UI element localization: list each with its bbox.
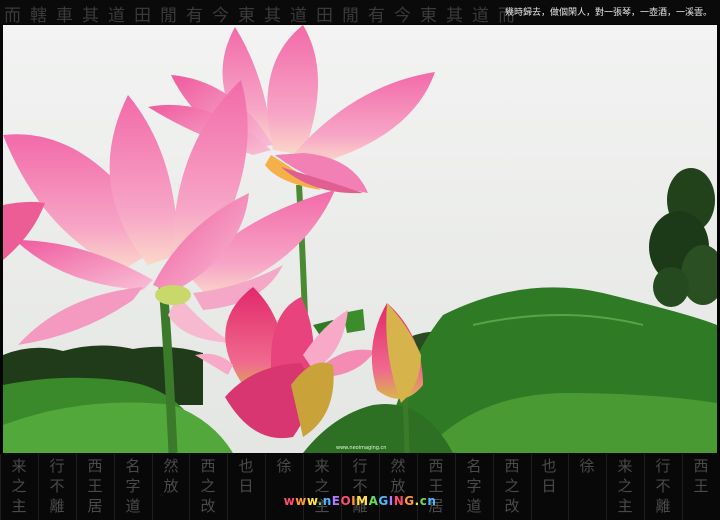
watermark-letter: w	[295, 494, 307, 508]
site-watermark[interactable]: www.nEOIMAGING.cn	[0, 494, 720, 508]
watermark-letter: O	[340, 494, 352, 508]
calligraphy-rule	[455, 454, 456, 520]
calligraphy-rule	[303, 454, 304, 520]
tiny-credit-text: www.neoimaging.cn	[336, 445, 387, 451]
watermark-letter: M	[356, 494, 369, 508]
calligraphy-column: 徐	[579, 457, 595, 475]
calligraphy-rule	[265, 454, 266, 520]
calligraphy-rule	[531, 454, 532, 520]
poem-caption: 幾時歸去，做個閑人，對一張琴，一壺酒，一溪雲。	[504, 8, 712, 18]
calligraphy-rule	[379, 454, 380, 520]
photo-frame: 而轄車其道田閒有今東其道田閒有今東其道而 幾時歸去，做個閑人，對一張琴，一壺酒，…	[0, 0, 720, 520]
top-calligraphy-band: 而轄車其道田閒有今東其道田閒有今東其道而 幾時歸去，做個閑人，對一張琴，一壺酒，…	[0, 0, 720, 24]
calligraphy-column: 然 放	[390, 457, 406, 495]
lotus-scene	[3, 25, 717, 453]
calligraphy-rule	[682, 454, 683, 520]
bottom-calligraphy-band: 来 之 主行 不 離西 王 居名 字 道然 放西 之 改也 日徐来 之 主行 不…	[0, 454, 720, 520]
watermark-letter: n	[322, 494, 332, 508]
watermark-letter: N	[393, 494, 405, 508]
watermark-letter: G	[404, 494, 415, 508]
calligraphy-column: 也 日	[541, 457, 557, 495]
calligraphy-column: 然 放	[163, 457, 179, 495]
top-calligraphy-text: 而轄車其道田閒有今東其道田閒有今東其道而	[4, 6, 524, 24]
calligraphy-rule	[568, 454, 569, 520]
calligraphy-rule	[152, 454, 153, 520]
watermark-letter: G	[378, 494, 389, 508]
calligraphy-column: 徐	[276, 457, 292, 475]
calligraphy-rule	[227, 454, 228, 520]
watermark-letter: w	[306, 494, 318, 508]
calligraphy-rule	[38, 454, 39, 520]
calligraphy-rule	[606, 454, 607, 520]
calligraphy-rule	[0, 454, 1, 520]
calligraphy-rule	[76, 454, 77, 520]
watermark-letter: w	[283, 494, 296, 508]
watermark-letter: A	[368, 494, 379, 508]
calligraphy-rule	[341, 454, 342, 520]
calligraphy-column: 西 王	[693, 457, 709, 495]
calligraphy-rule	[644, 454, 645, 520]
calligraphy-rule	[417, 454, 418, 520]
calligraphy-rule	[114, 454, 115, 520]
calligraphy-rule	[189, 454, 190, 520]
calligraphy-column: 也 日	[238, 457, 254, 495]
lotus-photo	[3, 25, 717, 453]
calligraphy-rule	[493, 454, 494, 520]
watermark-letter: n	[427, 494, 437, 508]
